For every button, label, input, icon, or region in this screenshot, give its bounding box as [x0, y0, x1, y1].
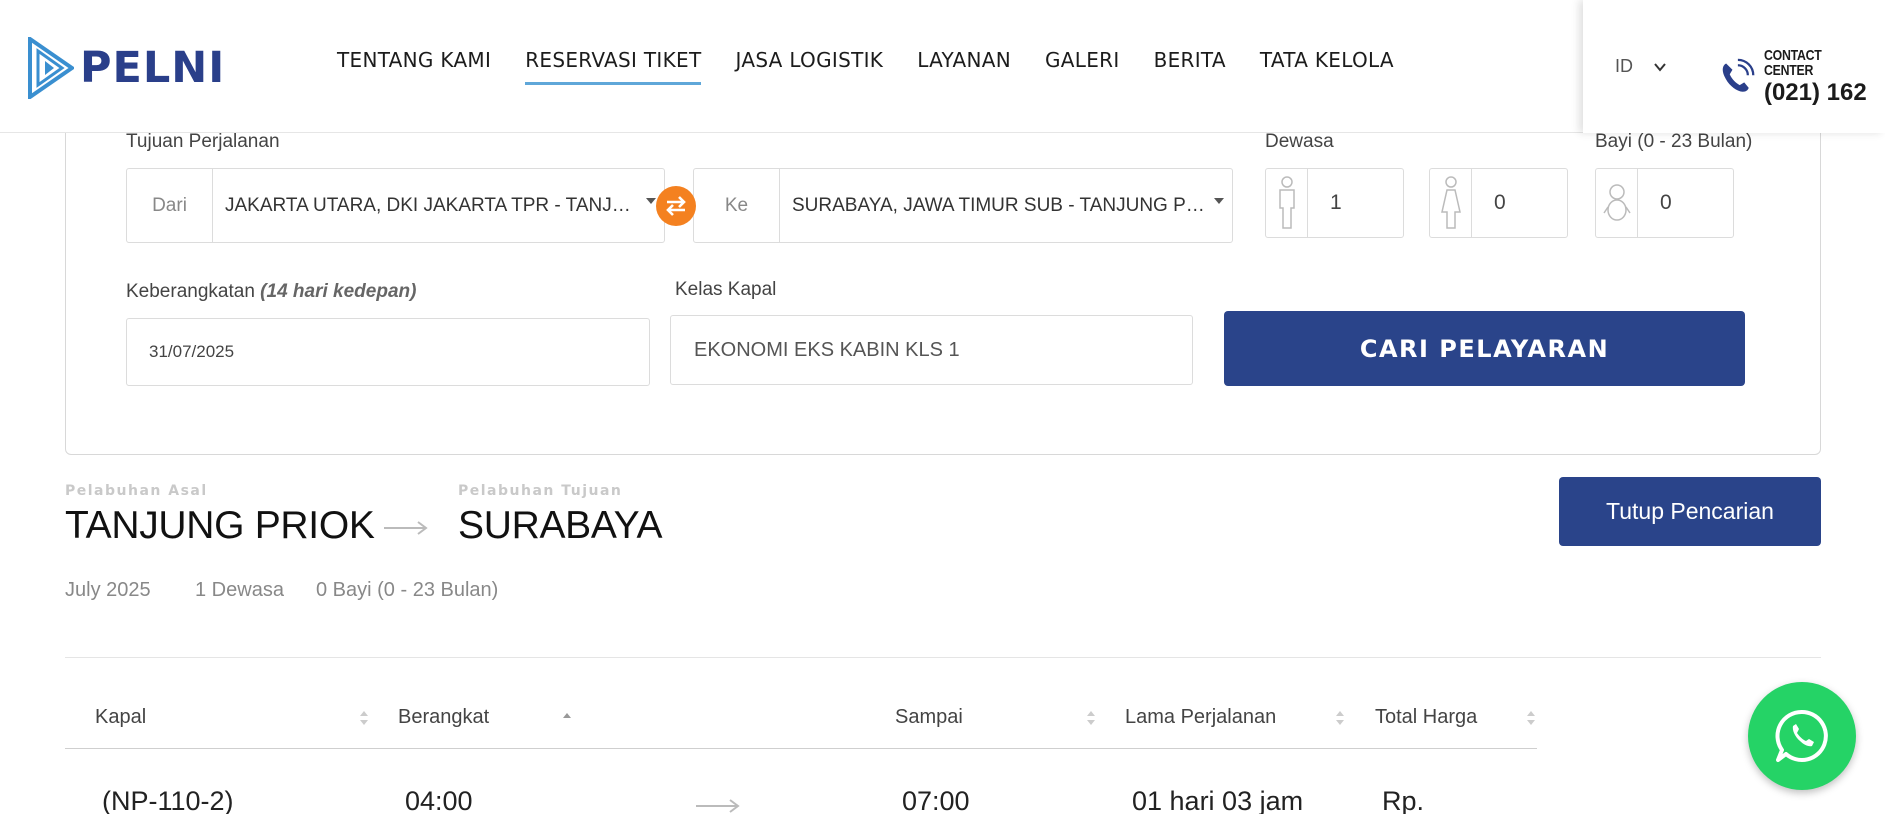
departure-label: Keberangkatan (14 hari kedepan): [126, 281, 416, 303]
row-depart-time: 04:00: [405, 786, 473, 814]
origin-port: TANJUNG PRIOK: [65, 504, 375, 547]
phone-icon: [1722, 58, 1755, 92]
row-duration: 01 hari 03 jam: [1132, 786, 1304, 814]
swap-button[interactable]: [656, 186, 696, 226]
nav-layanan[interactable]: LAYANAN: [917, 48, 1011, 85]
caret-down-icon: [646, 198, 656, 204]
close-search-button[interactable]: Tutup Pencarian: [1559, 477, 1821, 546]
row-arrive-time: 07:00: [902, 786, 970, 814]
adult-count: 1: [1330, 191, 1342, 214]
from-prefix: Dari: [127, 169, 213, 242]
contact-center-label: CONTACT CENTER: [1763, 47, 1822, 79]
destination-port: SURABAYA: [458, 504, 663, 547]
search-voyage-button[interactable]: CARI PELAYARAN: [1224, 311, 1745, 386]
summary-infants: 0 Bayi (0 - 23 Bulan): [316, 579, 499, 601]
pelni-logo[interactable]: PELNI: [28, 36, 225, 100]
sort-icon[interactable]: [1086, 708, 1096, 728]
class-label: Kelas Kapal: [675, 279, 777, 300]
arrow-right-icon: [384, 521, 428, 535]
contact-center-number: (021) 162: [1763, 79, 1867, 106]
pelni-logo-icon: [28, 37, 74, 99]
adult-female-icon: [1430, 169, 1472, 237]
adult-male-icon: [1266, 169, 1308, 237]
search-card: [65, 100, 1821, 455]
child-count: 0: [1494, 191, 1506, 214]
from-value: JAKARTA UTARA, DKI JAKARTA TPR - TANJUNG…: [225, 194, 664, 216]
row-price: Rp.: [1382, 786, 1425, 814]
caret-down-icon: [1214, 198, 1224, 204]
infant-count-field[interactable]: 0: [1595, 168, 1734, 238]
departure-label-text: Keberangkatan: [126, 281, 255, 302]
departure-date-value: 31/07/2025: [149, 342, 235, 361]
whatsapp-icon: [1775, 709, 1828, 762]
nav-tentang-kami[interactable]: TENTANG KAMI: [337, 48, 491, 85]
sort-ascending-icon[interactable]: [562, 708, 572, 728]
row-ship: (NP-110-2): [102, 786, 234, 814]
brand-name: PELNI: [80, 43, 226, 93]
adult-label: Dewasa: [1265, 131, 1334, 152]
class-select[interactable]: EKONOMI EKS KABIN KLS 1: [670, 315, 1193, 385]
section-divider: [65, 657, 1821, 658]
column-header-berangkat[interactable]: Berangkat: [398, 706, 489, 729]
nav-jasa-logistik[interactable]: JASA LOGISTIK: [735, 48, 883, 85]
arrow-right-icon: [696, 799, 740, 813]
departure-hint: (14 hari kedepan): [260, 281, 417, 302]
from-select[interactable]: Dari JAKARTA UTARA, DKI JAKARTA TPR - TA…: [126, 168, 665, 243]
to-prefix: Ke: [694, 169, 780, 242]
column-header-sampai[interactable]: Sampai: [895, 706, 963, 729]
to-value: SURABAYA, JAWA TIMUR SUB - TANJUNG PERAK: [792, 194, 1232, 216]
header-right-panel: ID CONTACT CENTER (021) 162: [1583, 0, 1885, 133]
summary-adults: 1 Dewasa: [195, 579, 284, 601]
infant-count: 0: [1660, 191, 1672, 214]
summary-month: July 2025: [65, 579, 151, 601]
main-nav: TENTANG KAMI RESERVASI TIKET JASA LOGIST…: [320, 48, 1411, 85]
table-header-line: [65, 748, 1537, 749]
to-select[interactable]: Ke SURABAYA, JAWA TIMUR SUB - TANJUNG PE…: [693, 168, 1233, 243]
column-header-kapal[interactable]: Kapal: [95, 706, 146, 729]
chevron-down-icon: [1654, 62, 1666, 72]
column-header-total-harga[interactable]: Total Harga: [1375, 706, 1477, 729]
infant-icon: [1596, 169, 1638, 237]
site-header: PELNI TENTANG KAMI RESERVASI TIKET JASA …: [0, 0, 1885, 133]
sort-icon[interactable]: [359, 708, 369, 728]
sort-icon[interactable]: [1335, 708, 1345, 728]
whatsapp-button[interactable]: [1748, 682, 1856, 790]
language-selector[interactable]: ID: [1615, 56, 1667, 77]
swap-icon: [666, 196, 686, 216]
adult-count-field[interactable]: 1: [1265, 168, 1404, 238]
nav-tata-kelola[interactable]: TATA KELOLA: [1260, 48, 1394, 85]
departure-date-input[interactable]: 31/07/2025: [126, 318, 650, 386]
infant-label: Bayi (0 - 23 Bulan): [1595, 131, 1753, 152]
nav-reservasi-tiket[interactable]: RESERVASI TIKET: [525, 48, 702, 85]
nav-berita[interactable]: BERITA: [1154, 48, 1226, 85]
language-current: ID: [1615, 56, 1633, 76]
child-count-field[interactable]: 0: [1429, 168, 1568, 238]
class-value: EKONOMI EKS KABIN KLS 1: [694, 338, 960, 361]
origin-caption: Pelabuhan Asal: [65, 483, 208, 499]
nav-galeri[interactable]: GALERI: [1045, 48, 1120, 85]
destination-label: Tujuan Perjalanan: [126, 131, 280, 152]
destination-caption: Pelabuhan Tujuan: [458, 483, 623, 499]
contact-center[interactable]: CONTACT CENTER (021) 162: [1718, 48, 1885, 105]
column-header-lama-perjalanan[interactable]: Lama Perjalanan: [1125, 706, 1276, 729]
sort-icon[interactable]: [1526, 708, 1536, 728]
